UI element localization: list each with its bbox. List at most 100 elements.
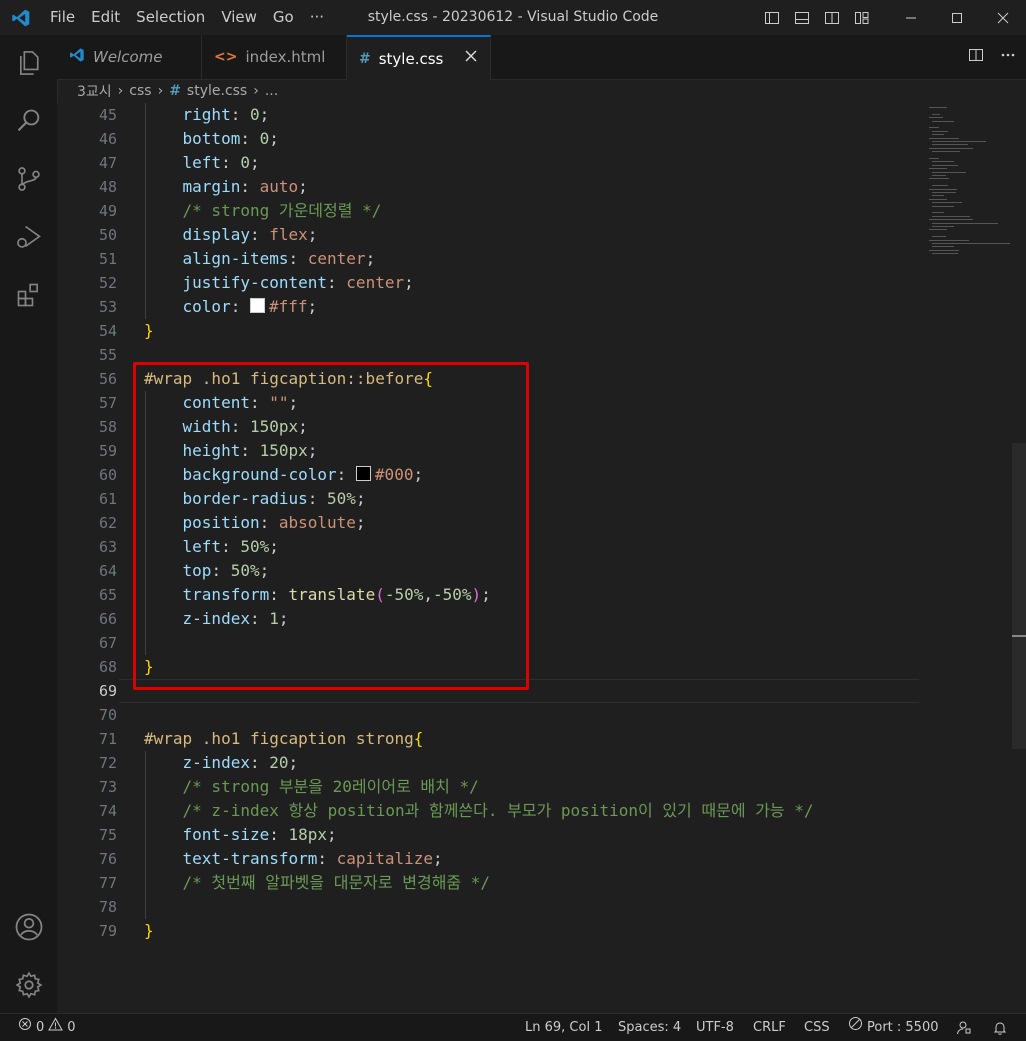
code-token: ; xyxy=(307,297,318,316)
menu-view[interactable]: View xyxy=(213,0,265,35)
menu-edit[interactable]: Edit xyxy=(83,0,128,35)
breadcrumb-file[interactable]: style.css xyxy=(187,83,247,99)
extensions-icon[interactable] xyxy=(0,271,57,319)
settings-gear-icon[interactable] xyxy=(0,961,57,1009)
code-line: /* z-index 항상 position과 함께쓴다. 부모가 positi… xyxy=(144,799,814,823)
maximize-icon[interactable] xyxy=(934,0,980,35)
minimap-line xyxy=(929,168,947,170)
source-control-icon[interactable] xyxy=(0,155,57,203)
line-number: 46 xyxy=(98,130,117,148)
minimap[interactable] xyxy=(925,103,1011,303)
line-number: 73 xyxy=(98,778,117,796)
code-token: auto xyxy=(259,177,299,196)
code-token: } xyxy=(144,921,154,940)
minimap-line xyxy=(932,215,970,217)
menu-selection[interactable]: Selection xyxy=(128,0,213,35)
search-icon[interactable] xyxy=(0,97,57,145)
line-number: 53 xyxy=(98,298,117,316)
minimap-line xyxy=(929,137,959,139)
feedback-icon[interactable] xyxy=(956,1014,972,1041)
end-of-line[interactable]: CRLF xyxy=(753,1014,786,1041)
language-mode[interactable]: CSS xyxy=(804,1014,830,1041)
editor-tabs: Welcome <> index.html # style.css xyxy=(57,35,1026,80)
code-editor[interactable]: 45 46 47 48 49 50 51 52 53 54 55 56 57 58 59 60 61 62 63 64… xyxy=(57,103,1026,1013)
indentation[interactable]: Spaces: 4 xyxy=(618,1014,681,1041)
close-tab-icon[interactable] xyxy=(464,49,478,67)
minimize-icon[interactable] xyxy=(888,0,934,35)
line-number: 66 xyxy=(98,610,117,628)
warning-count: 0 xyxy=(67,1020,76,1035)
chevron-right-icon: › xyxy=(253,83,259,99)
tab-style-css[interactable]: # style.css xyxy=(347,35,491,80)
code-token: text-transform xyxy=(182,849,318,868)
line-number: 78 xyxy=(98,898,117,916)
more-actions-icon[interactable] xyxy=(1000,47,1016,67)
code-token: /* 첫번째 알파벳을 대문자로 변경해줌 */ xyxy=(182,873,491,892)
scrollbar-thumb[interactable] xyxy=(1012,443,1026,749)
code-token: /* z-index 항상 position과 함께쓴다. 부모가 positi… xyxy=(182,801,814,820)
tab-label: index.html xyxy=(245,48,326,66)
vertical-scrollbar[interactable] xyxy=(1012,103,1026,1013)
line-number: 55 xyxy=(98,346,117,364)
code-token: ; xyxy=(404,273,414,292)
css-icon: # xyxy=(359,50,371,67)
vscode-logo-icon xyxy=(0,0,42,35)
breadcrumb-folder[interactable]: 3교시 xyxy=(77,81,112,101)
menu-go[interactable]: Go xyxy=(265,0,302,35)
toggle-panel-icon[interactable] xyxy=(790,0,814,35)
live-server-port[interactable]: Port : 5500 xyxy=(848,1014,939,1041)
code-token: ; xyxy=(269,129,279,148)
minimap-line xyxy=(929,219,973,221)
menu-more[interactable]: ··· xyxy=(302,0,332,35)
scrollbar-cursor-marker xyxy=(1012,635,1026,637)
line-number: 51 xyxy=(98,250,117,268)
split-editor-icon[interactable] xyxy=(968,47,984,67)
accounts-icon[interactable] xyxy=(0,903,57,951)
minimap-line xyxy=(929,158,939,159)
problems-indicator[interactable]: 0 0 xyxy=(18,1014,76,1041)
color-swatch[interactable] xyxy=(249,298,265,313)
close-window-icon[interactable] xyxy=(980,0,1026,35)
line-number: 52 xyxy=(98,274,117,292)
minimap-line xyxy=(932,141,986,142)
code-token: align-items xyxy=(182,249,289,268)
code-token: center xyxy=(307,249,366,268)
explorer-icon[interactable] xyxy=(0,39,57,87)
warning-icon xyxy=(48,1014,64,1041)
tab-welcome[interactable]: Welcome xyxy=(57,35,202,79)
breadcrumb-more[interactable]: ... xyxy=(265,83,278,99)
minimap-line xyxy=(929,107,947,108)
code-line: display: flex; xyxy=(144,223,318,247)
line-number: 59 xyxy=(98,442,117,460)
encoding[interactable]: UTF-8 xyxy=(696,1014,734,1041)
minimap-line xyxy=(932,164,958,166)
code-token: 18px xyxy=(288,825,328,844)
menu-file[interactable]: File xyxy=(42,0,83,35)
code-token: margin xyxy=(182,177,241,196)
code-line: bottom: 0; xyxy=(144,127,279,151)
tab-index-html[interactable]: <> index.html xyxy=(202,35,347,79)
code-token: color xyxy=(182,297,231,316)
notifications-bell-icon[interactable] xyxy=(992,1014,1008,1041)
code-token: #wrap .ho1 figcaption strong xyxy=(144,729,414,748)
breadcrumb-sub[interactable]: css xyxy=(129,83,151,99)
line-number: 50 xyxy=(98,226,117,244)
red-annotation-box xyxy=(133,362,529,690)
minimap-line xyxy=(929,127,939,129)
toggle-secondary-sidebar-icon[interactable] xyxy=(820,0,844,35)
customize-layout-icon[interactable] xyxy=(850,0,874,35)
cursor-position[interactable]: Ln 69, Col 1 xyxy=(525,1014,602,1041)
code-token: justify-content xyxy=(182,273,328,292)
toggle-primary-sidebar-icon[interactable] xyxy=(760,0,784,35)
minimap-line xyxy=(932,222,998,224)
run-debug-icon[interactable] xyxy=(0,213,57,261)
code-token: : xyxy=(240,177,260,196)
code-token: { xyxy=(413,729,424,748)
code-token: } xyxy=(144,321,154,340)
minimap-line xyxy=(929,117,943,119)
